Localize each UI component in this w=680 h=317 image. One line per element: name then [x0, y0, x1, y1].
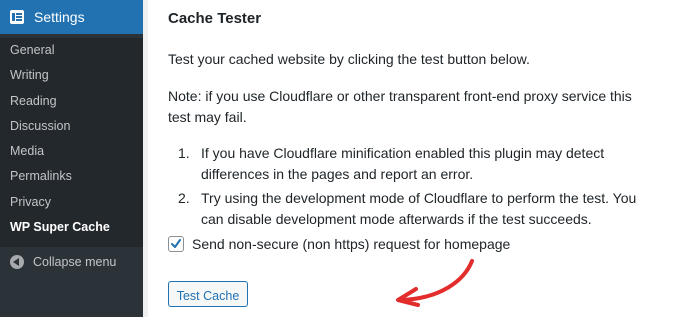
test-cache-button[interactable]: Test Cache: [168, 281, 248, 307]
step-line-2: can disable development mode afterwards …: [201, 211, 592, 227]
sidebar-settings-header[interactable]: Settings: [0, 0, 143, 34]
list-item: 1. If you have Cloudflare minification e…: [178, 143, 636, 185]
collapse-arrow-icon: [10, 255, 24, 269]
note-line-2: test may fail.: [168, 109, 247, 125]
homepage-request-option: Send non-secure (non https) request for …: [168, 236, 510, 252]
sidebar-item-writing[interactable]: Writing: [0, 63, 143, 88]
sidebar-header-label: Settings: [34, 9, 85, 25]
note-text: Note: if you use Cloudflare or other tra…: [168, 86, 632, 128]
settings-icon: [10, 10, 24, 24]
red-arrow-icon: [396, 259, 474, 307]
checkbox-label[interactable]: Send non-secure (non https) request for …: [192, 236, 510, 252]
non-https-checkbox[interactable]: [168, 236, 184, 252]
list-item: 2. Try using the development mode of Clo…: [178, 188, 636, 230]
intro-text: Test your cached website by clicking the…: [168, 51, 530, 67]
steps-list: 1. If you have Cloudflare minification e…: [178, 143, 636, 233]
sidebar-item-discussion[interactable]: Discussion: [0, 114, 143, 139]
sidebar-item-privacy[interactable]: Privacy: [0, 190, 143, 215]
collapse-menu-label: Collapse menu: [33, 255, 117, 269]
sidebar-item-wp-super-cache[interactable]: WP Super Cache: [0, 215, 143, 240]
step-line-1: Try using the development mode of Cloudf…: [201, 190, 637, 206]
list-number: 2.: [178, 190, 190, 206]
settings-submenu: General Writing Reading Discussion Media…: [0, 38, 143, 247]
admin-sidebar: Settings General Writing Reading Discuss…: [0, 0, 143, 317]
app-frame: Settings General Writing Reading Discuss…: [0, 0, 680, 317]
collapse-menu-button[interactable]: Collapse menu: [0, 250, 143, 274]
step-line-1: If you have Cloudflare minification enab…: [201, 145, 605, 161]
section-title: Cache Tester: [168, 10, 262, 27]
cache-tester-panel: Cache Tester Test your cached website by…: [148, 0, 680, 317]
list-number: 1.: [178, 145, 190, 161]
sidebar-item-permalinks[interactable]: Permalinks: [0, 164, 143, 189]
sidebar-item-reading[interactable]: Reading: [0, 89, 143, 114]
step-line-2: differences in the pages and report an e…: [201, 166, 474, 182]
note-line-1: Note: if you use Cloudflare or other tra…: [168, 88, 632, 104]
checkmark-icon: [171, 239, 181, 248]
sidebar-item-media[interactable]: Media: [0, 139, 143, 164]
sidebar-item-general[interactable]: General: [0, 38, 143, 63]
